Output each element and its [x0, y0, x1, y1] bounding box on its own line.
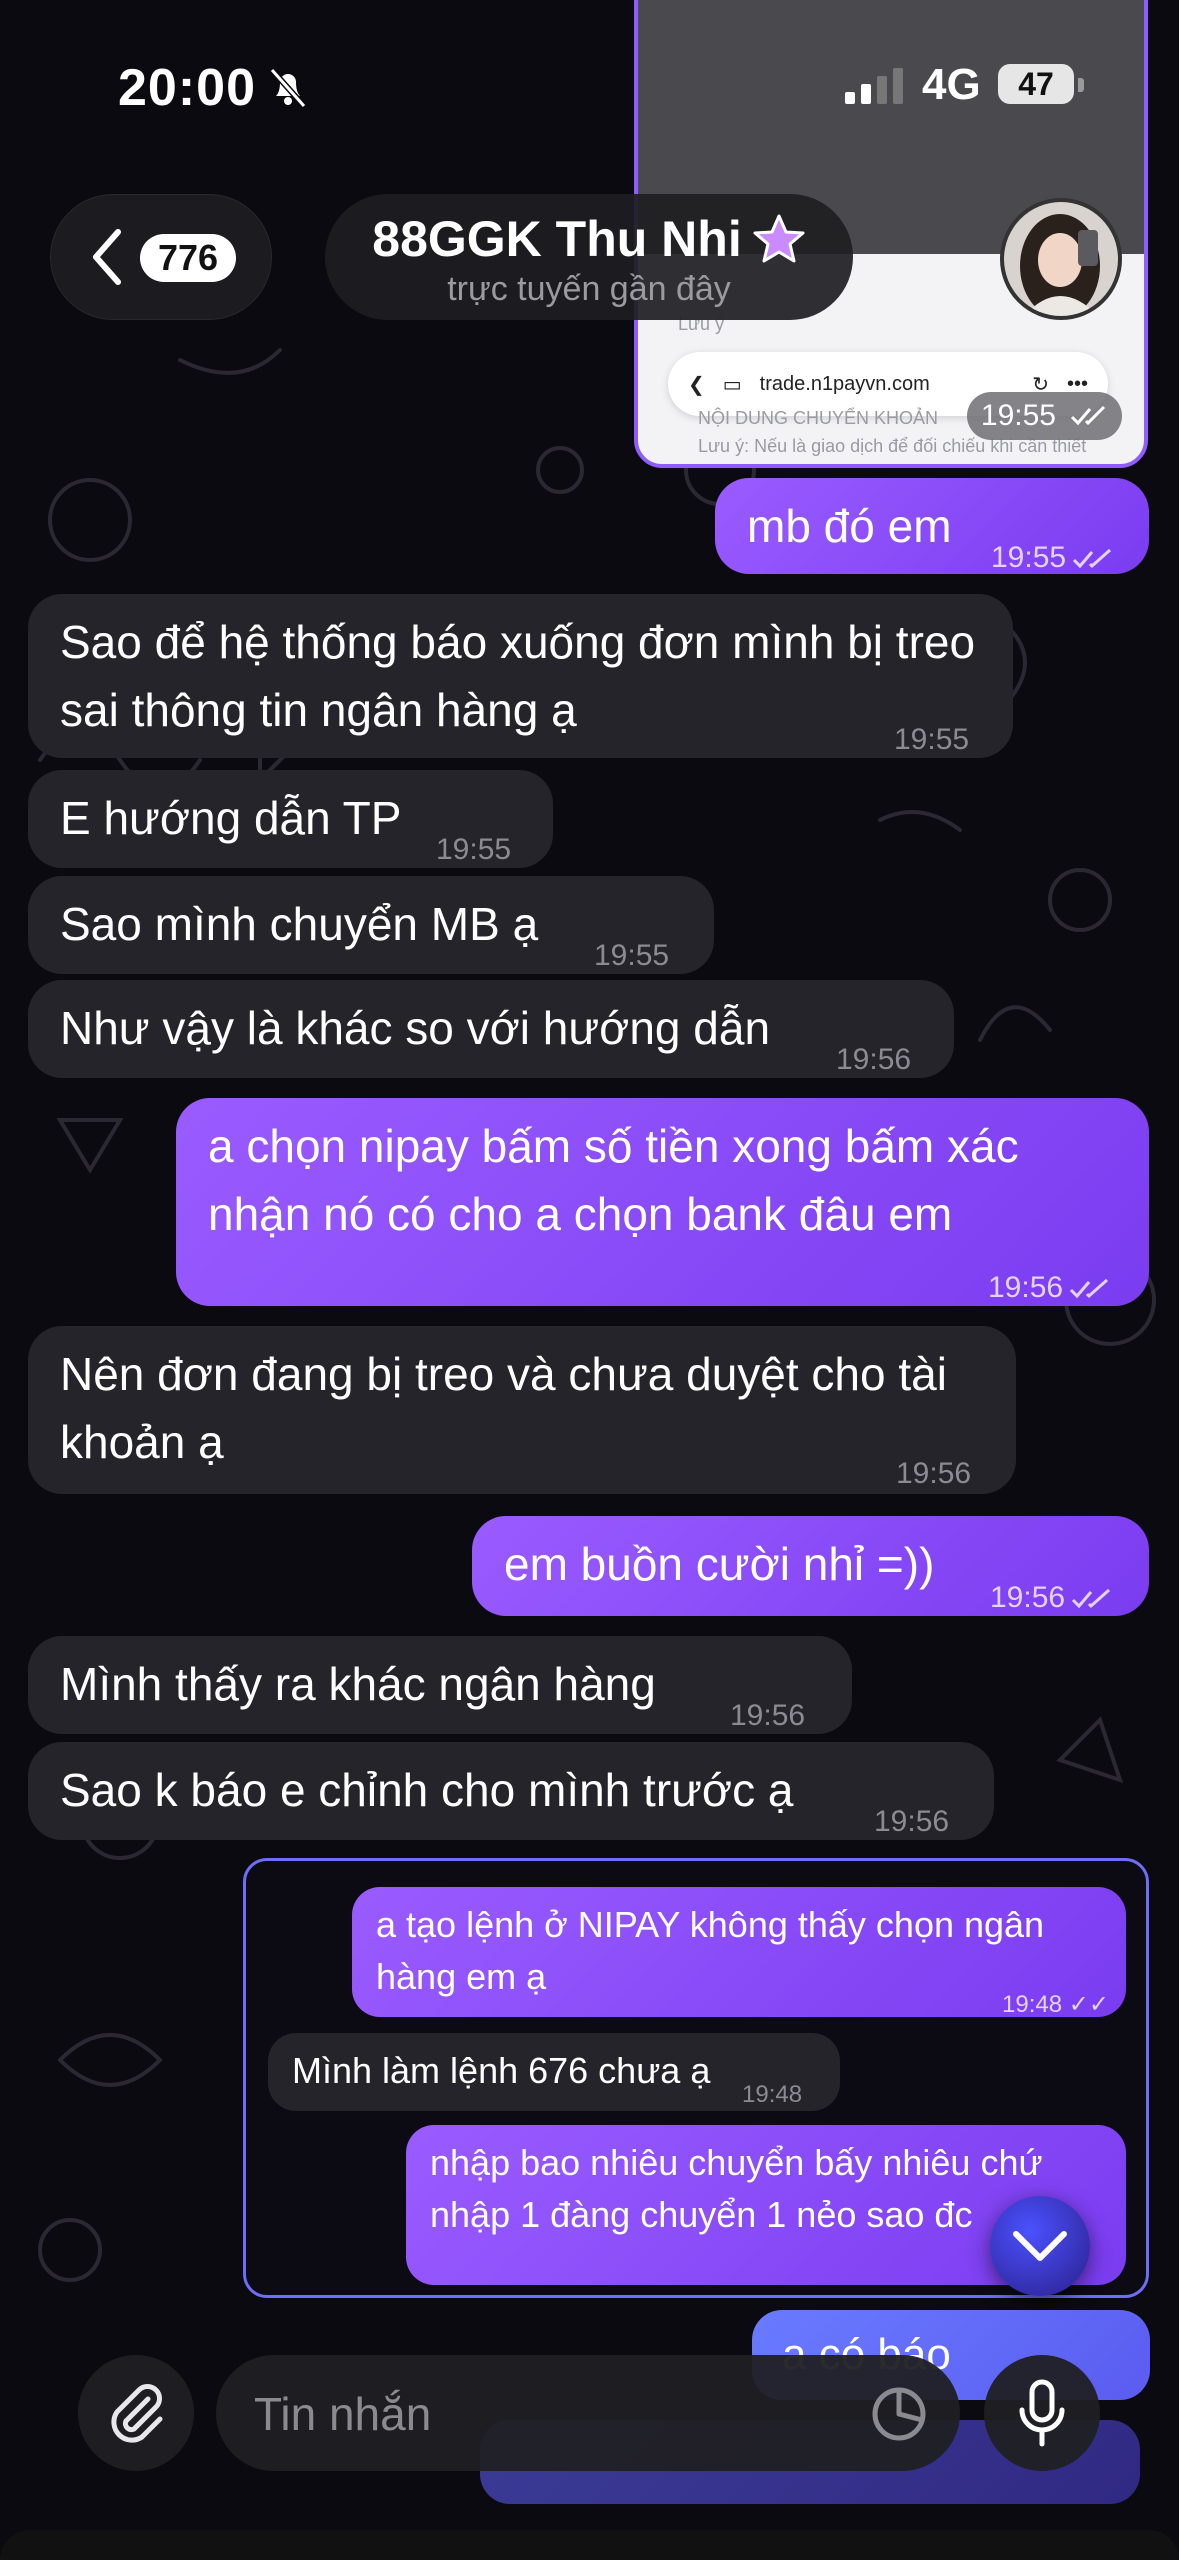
message-time: 19:56	[990, 1564, 1113, 1632]
chevron-left-icon	[93, 229, 121, 285]
double-check-icon	[1073, 549, 1112, 569]
back-button[interactable]: 776	[50, 194, 272, 320]
double-check-icon	[1072, 1589, 1111, 1609]
microphone-button[interactable]	[984, 2355, 1100, 2471]
message-bubble-incoming[interactable]: Sao mình chuyển MB ạ 19:55	[28, 876, 714, 974]
message-time: 19:55	[991, 524, 1114, 592]
message-text: Mình thấy ra khác ngân hàng	[60, 1658, 656, 1710]
message-bubble-outgoing[interactable]: a chọn nipay bấm số tiền xong bấm xác nh…	[176, 1098, 1149, 1306]
status-time: 20:00	[118, 59, 256, 117]
message-time: 19:56	[730, 1699, 806, 1732]
network-type: 4G	[922, 60, 981, 109]
message-time: 19:56	[874, 1805, 950, 1838]
avatar-photo	[1004, 202, 1118, 316]
double-check-icon	[1070, 406, 1106, 426]
presence-status: trực tuyến gần đây	[447, 270, 731, 308]
message-time: 19:48 ✓✓	[1002, 1991, 1109, 2018]
contact-avatar[interactable]	[1000, 198, 1122, 320]
message-text: E hướng dẫn TP	[60, 792, 402, 844]
message-input[interactable]: Tin nhắn	[216, 2355, 960, 2471]
double-check-icon	[1070, 1279, 1109, 1299]
silent-bell-icon	[269, 68, 307, 108]
message-text: Như vậy là khác so với hướng dẫn	[60, 1002, 771, 1054]
message-text: Sao mình chuyển MB ạ	[60, 898, 539, 950]
message-bubble-outgoing[interactable]: mb đó em 19:55	[715, 478, 1149, 574]
paperclip-icon	[111, 2384, 163, 2443]
message-input-placeholder: Tin nhắn	[254, 2388, 432, 2440]
message-text: em buồn cười nhỉ =))	[504, 1538, 935, 1590]
back-chevron-icon: ❮	[688, 373, 705, 396]
signal-bars-icon	[845, 68, 903, 104]
message-bubble-incoming[interactable]: Như vậy là khác so với hướng dẫn 19:56	[28, 980, 954, 1078]
forwarded-bubble-outgoing: a tạo lệnh ở NIPAY không thấy chọn ngân …	[352, 1887, 1126, 2018]
message-text: a chọn nipay bấm số tiền xong bấm xác nh…	[208, 1120, 1019, 1240]
message-bubble-incoming[interactable]: Nên đơn đang bị treo và chưa duyệt cho t…	[28, 1326, 1016, 1494]
chevron-down-icon	[1013, 2231, 1067, 2261]
chat-title[interactable]: 88GGK Thu Nhi trực tuyến gần đây	[325, 194, 853, 320]
battery-indicator: 47	[998, 64, 1074, 104]
message-time: 19:55	[894, 723, 970, 756]
message-time: 19:56	[988, 1254, 1111, 1322]
message-time: 19:55	[436, 833, 512, 866]
scroll-to-bottom-button[interactable]	[990, 2196, 1090, 2296]
message-bubble-incoming[interactable]: Sao k báo e chỉnh cho mình trước ạ 19:56	[28, 1742, 994, 1840]
message-text: mb đó em	[747, 500, 952, 552]
message-text: a tạo lệnh ở NIPAY không thấy chọn ngân …	[376, 1904, 1045, 1997]
message-text: Sao để hệ thống báo xuống đơn mình bị tr…	[60, 616, 976, 736]
unread-count-badge: 776	[140, 234, 236, 282]
url-text: trade.n1payvn.com	[759, 372, 930, 395]
message-bubble-outgoing[interactable]: em buồn cười nhỉ =)) 19:56	[472, 1516, 1149, 1616]
message-time: 19:56	[896, 1457, 972, 1490]
contact-name: 88GGK Thu Nhi	[372, 211, 742, 267]
message-bubble-incoming[interactable]: Sao để hệ thống báo xuống đơn mình bị tr…	[28, 594, 1013, 758]
preview-faint-text-2: NỘI DUNG CHUYỂN KHOẢN	[698, 408, 939, 428]
battery-tip	[1078, 78, 1084, 92]
message-bubble-incoming[interactable]: E hướng dẫn TP 19:55	[28, 770, 553, 868]
attach-button[interactable]	[78, 2355, 194, 2471]
star-icon	[753, 214, 805, 263]
message-time: 19:56	[836, 1043, 912, 1076]
message-bubble-incoming[interactable]: Mình thấy ra khác ngân hàng 19:56	[28, 1636, 852, 1734]
forwarded-bubble-incoming: Mình làm lệnh 676 chưa ạ 19:48	[268, 2033, 840, 2111]
microphone-icon	[1019, 2379, 1065, 2447]
message-time: 19:55	[966, 392, 1122, 440]
message-text: Sao k báo e chỉnh cho mình trước ạ	[60, 1764, 794, 1816]
message-text: Nên đơn đang bị treo và chưa duyệt cho t…	[60, 1348, 947, 1468]
message-time: 19:48	[742, 2081, 803, 2108]
sticker-icon[interactable]	[870, 2385, 928, 2443]
tabs-icon: ▭	[722, 373, 742, 396]
message-text: Mình làm lệnh 676 chưa ạ	[292, 2050, 711, 2091]
